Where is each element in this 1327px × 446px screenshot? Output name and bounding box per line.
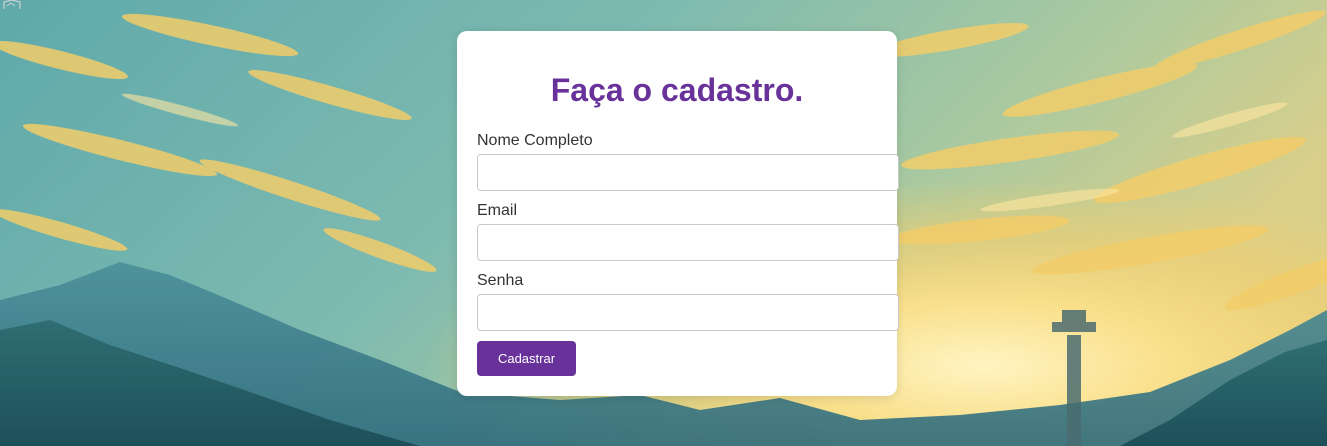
full-name-label: Nome Completo (477, 132, 593, 149)
broken-image-icon (3, 0, 21, 9)
page-title: Faça o cadastro. (550, 72, 804, 108)
email-input[interactable] (477, 224, 899, 261)
signup-card: Faça o cadastro. Nome Completo Email Sen… (457, 31, 899, 396)
password-input[interactable] (477, 294, 899, 331)
signup-button[interactable]: Cadastrar (477, 341, 576, 376)
email-label: Email (477, 202, 518, 219)
full-name-input[interactable] (477, 154, 899, 191)
password-label: Senha (477, 272, 524, 289)
